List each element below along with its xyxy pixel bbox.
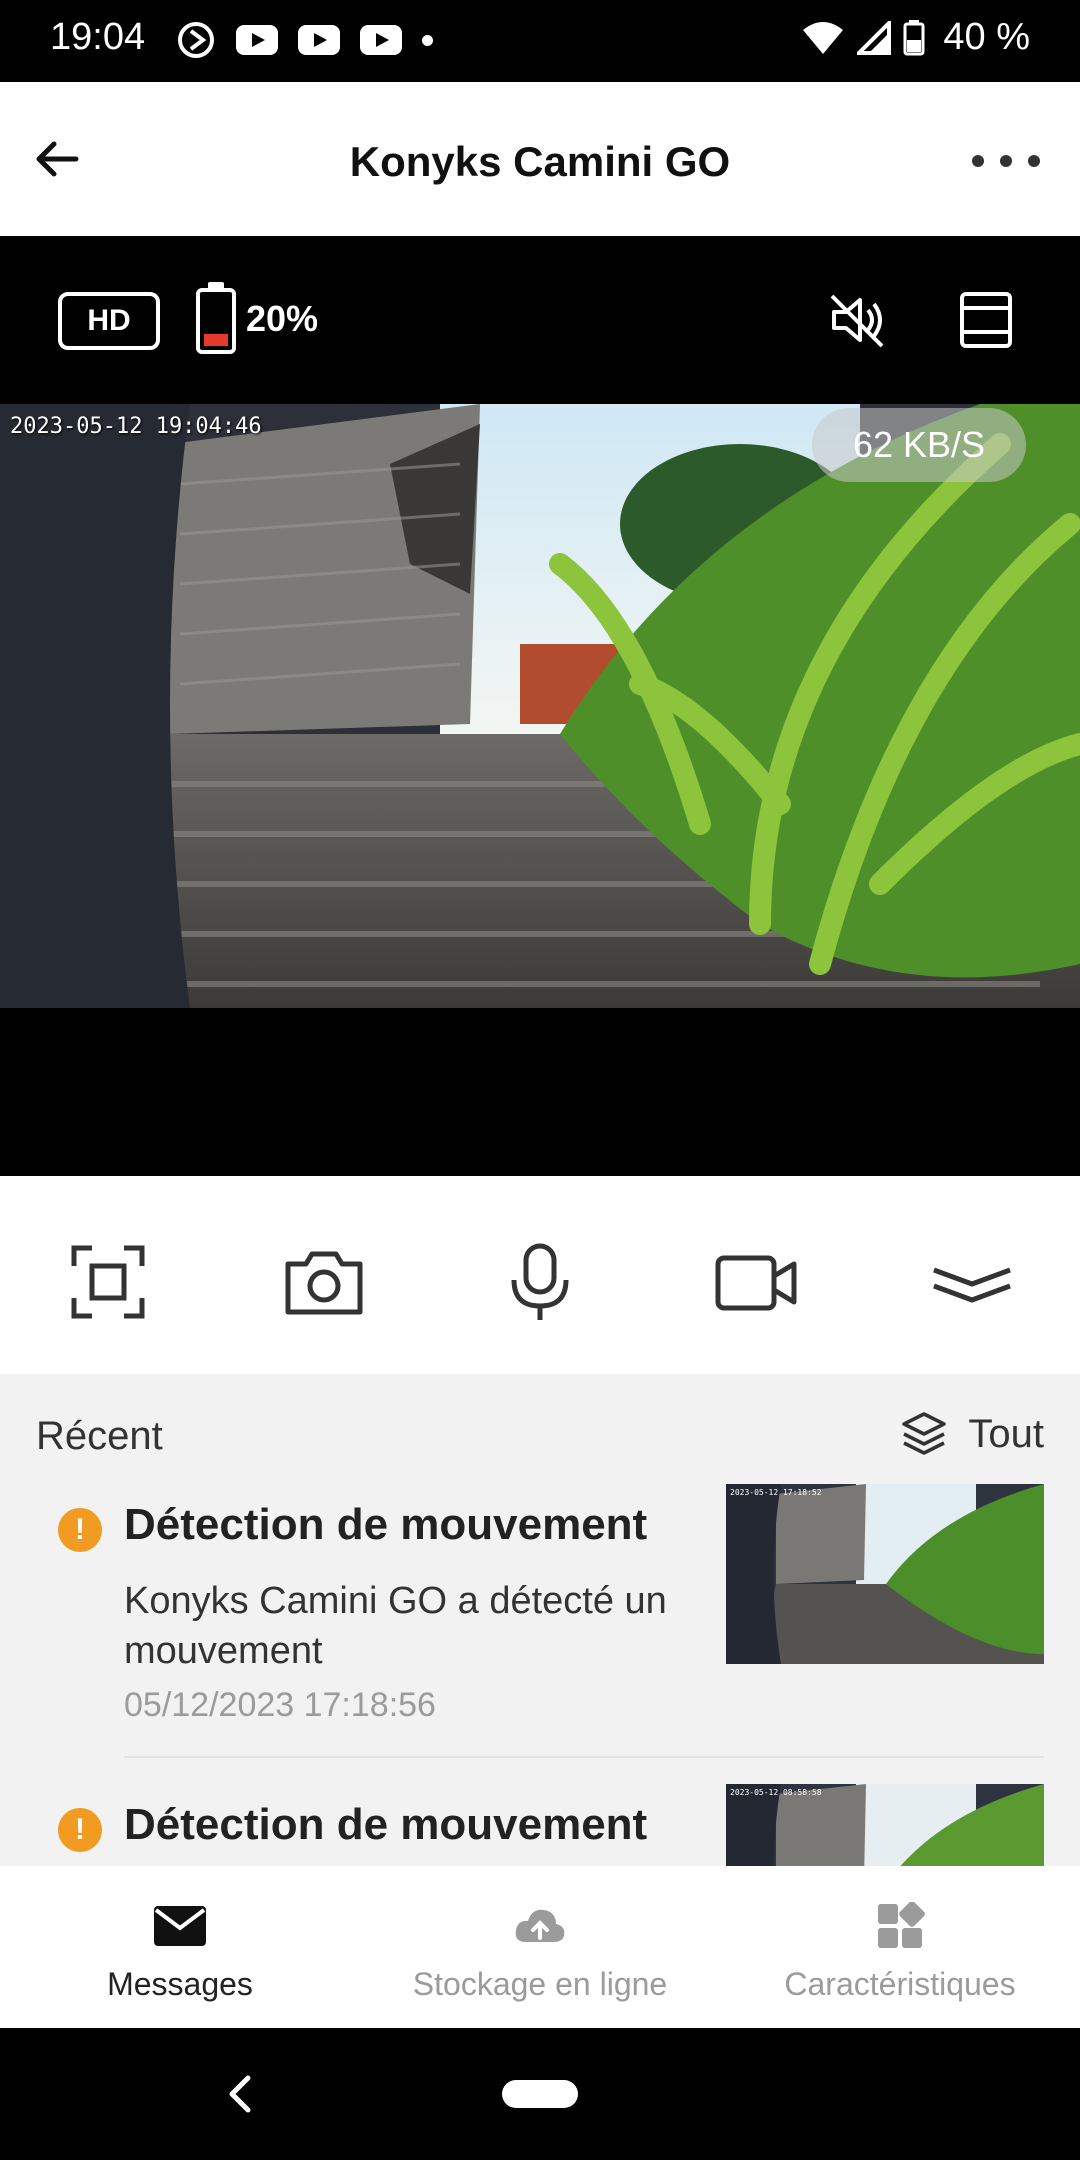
nav-item-features[interactable]: Caractéristiques	[720, 1866, 1080, 2028]
fullscreen-icon[interactable]	[66, 1240, 150, 1324]
event-thumbnail[interactable]: 2023-05-12 17:18:52	[726, 1484, 1044, 1664]
signal-icon	[857, 20, 892, 55]
page-title: Konyks Camini GO	[349, 138, 731, 185]
camera-battery-icon	[196, 282, 236, 354]
bitrate-badge: 62 KB/S	[812, 408, 1026, 482]
nav-label: Stockage en ligne	[412, 1966, 668, 2002]
event-description: Konyks Camini GO a détecté un mouvement	[124, 1580, 667, 1672]
assistant-icon	[178, 22, 214, 58]
grid-icon	[878, 1902, 925, 1948]
speaker-muted-icon[interactable]	[826, 288, 890, 352]
event-time: 05/12/2023 17:18:56	[124, 1686, 436, 1724]
event-title: Détection de mouvement	[124, 1500, 648, 1549]
expand-chevron-icon[interactable]	[930, 1240, 1014, 1324]
event-item[interactable]: ! Détection de mouvement Konyks Camini G…	[0, 1484, 1080, 1764]
live-video-feed[interactable]: 2023-05-12 19:04:46 62 KB/S	[0, 404, 1080, 1008]
event-thumbnail[interactable]: 2023-05-12 08:58:58	[726, 1784, 1044, 1866]
warning-icon: !	[58, 1808, 102, 1852]
filter-label: Tout	[968, 1411, 1044, 1456]
battery-icon	[903, 19, 925, 55]
nav-label: Messages	[107, 1966, 253, 2002]
more-dot	[972, 155, 984, 167]
bottom-navigation: Messages Stockage en ligne Caractéristiq…	[0, 1866, 1080, 2028]
nav-item-cloud-storage[interactable]: Stockage en ligne	[360, 1866, 720, 2028]
battery-percent: 40 %	[943, 16, 1030, 58]
more-dot	[1028, 155, 1040, 167]
event-title: Détection de mouvement	[124, 1800, 648, 1849]
camera-snapshot-icon[interactable]	[282, 1240, 366, 1324]
divider	[124, 1756, 1044, 1758]
microphone-icon[interactable]	[498, 1240, 582, 1324]
live-video-image	[0, 404, 1080, 1008]
youtube-icon	[236, 25, 278, 55]
notification-icons	[176, 20, 433, 60]
status-bar: 19:04 40 %	[0, 0, 1080, 82]
camera-battery-percent: 20%	[246, 298, 319, 339]
recent-events-panel: Récent Tout ! Détection de mouvement Kon…	[0, 1374, 1080, 1866]
dot-icon	[422, 34, 433, 46]
system-back-icon[interactable]	[222, 2072, 258, 2116]
envelope-icon	[154, 1906, 206, 1946]
wifi-icon	[803, 21, 844, 54]
event-item[interactable]: ! Détection de mouvement 2023-05-12 08:5…	[0, 1784, 1080, 1866]
video-area: HD 20% 2023-05-12 19:04:46 62 KB/S	[0, 236, 1080, 1176]
camera-controls	[0, 1176, 1080, 1374]
youtube-icon	[298, 25, 340, 55]
recent-title: Récent	[36, 1414, 163, 1458]
system-navigation-bar	[0, 2028, 1080, 2160]
more-dot	[1000, 155, 1012, 167]
cloud-upload-icon	[515, 1909, 565, 1942]
youtube-icon	[360, 25, 402, 55]
app-header: Konyks Camini GO	[0, 82, 1080, 236]
thumbnail-timestamp: 2023-05-12 08:58:58	[730, 1788, 822, 1797]
layers-icon	[902, 1412, 947, 1455]
status-right: 40 %	[801, 16, 1030, 59]
status-time: 19:04	[50, 16, 146, 58]
layout-icon[interactable]	[958, 290, 1014, 350]
thumbnail-image	[726, 1484, 1044, 1664]
video-timestamp: 2023-05-12 19:04:46	[10, 414, 262, 439]
quality-toggle-button[interactable]: HD	[58, 292, 160, 350]
nav-item-messages[interactable]: Messages	[0, 1866, 360, 2028]
nav-label: Caractéristiques	[784, 1966, 1016, 2002]
filter-button[interactable]: Tout	[900, 1410, 1044, 1458]
system-home-pill[interactable]	[502, 2080, 578, 2108]
warning-icon: !	[58, 1508, 102, 1552]
thumbnail-timestamp: 2023-05-12 17:18:52	[730, 1488, 822, 1497]
more-options-button[interactable]	[972, 154, 1040, 168]
video-record-icon[interactable]	[714, 1240, 798, 1324]
